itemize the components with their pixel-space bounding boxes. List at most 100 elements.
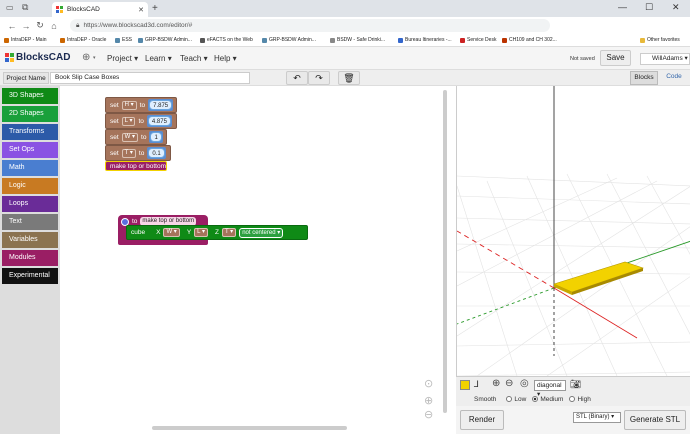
- undo-button[interactable]: ↶: [286, 71, 308, 85]
- number-field[interactable]: 7.875: [149, 100, 173, 110]
- tab-code[interactable]: Code: [660, 71, 688, 85]
- bookmark[interactable]: GRP-BSDW Admin...: [138, 37, 192, 43]
- bookmark[interactable]: Service Desk: [460, 37, 496, 43]
- module-call-block[interactable]: make top or bottom: [105, 161, 167, 171]
- number-field[interactable]: 4.875: [147, 116, 171, 126]
- category-text[interactable]: Text: [2, 214, 58, 230]
- category-logic[interactable]: Logic: [2, 178, 58, 194]
- category-3d-shapes[interactable]: 3D Shapes: [2, 88, 58, 104]
- tab-blocks[interactable]: Blocks: [630, 71, 658, 85]
- url-field[interactable]: 🔒︎ https://www.blockscad3d.com/editor/#: [70, 19, 550, 32]
- category-experimental[interactable]: Experimental: [2, 268, 58, 284]
- minimize-icon[interactable]: —: [618, 2, 627, 12]
- tab-blockscad[interactable]: BlocksCAD ✕: [52, 2, 148, 17]
- zoom-out-icon[interactable]: ⊖: [424, 408, 433, 421]
- variable-dropdown[interactable]: T ▾: [121, 148, 136, 158]
- bookmark-icon: [398, 37, 403, 43]
- vertical-scrollbar[interactable]: [443, 90, 447, 413]
- category-2d-shapes[interactable]: 2D Shapes: [2, 106, 58, 122]
- category-transforms[interactable]: Transforms: [2, 124, 58, 140]
- other-favorites[interactable]: Other favorites: [640, 37, 680, 43]
- bookmark[interactable]: eFACTS on the Web: [200, 37, 253, 43]
- undo-icon: ↶: [293, 73, 301, 83]
- variable-t-block[interactable]: T ▾: [221, 228, 237, 237]
- radio-selected-icon: [532, 396, 539, 403]
- user-menu[interactable]: WillAdams ▾: [640, 53, 690, 65]
- number-block[interactable]: 4.875: [146, 115, 172, 127]
- reload-icon[interactable]: ↻: [33, 20, 47, 31]
- menu-project[interactable]: Project ▾: [107, 54, 138, 63]
- number-block[interactable]: 7.875: [148, 99, 174, 111]
- project-bar: Project Name Book Slip Case Boxes ↶ ↷ 🗑︎…: [0, 70, 690, 86]
- tab-list-icon[interactable]: ⧉: [22, 2, 28, 13]
- bookmark[interactable]: GRP-BSDW Admin...: [262, 37, 316, 43]
- new-tab-icon[interactable]: +: [152, 3, 158, 14]
- cube-block[interactable]: cube X W ▾ Y L ▾ Z T ▾ not centered ▾: [126, 225, 308, 240]
- maximize-icon[interactable]: ☐: [645, 2, 653, 13]
- number-field[interactable]: 0.1: [148, 148, 165, 158]
- generate-stl-button[interactable]: Generate STL: [624, 410, 686, 430]
- delete-button[interactable]: 🗑︎: [338, 71, 360, 85]
- bookmark[interactable]: BSDW - Safe Drinki...: [330, 37, 385, 43]
- view-select[interactable]: diagonal ▾: [534, 380, 566, 398]
- redo-button[interactable]: ↷: [308, 71, 330, 85]
- center-dropdown[interactable]: not centered ▾: [239, 227, 284, 238]
- bookmark[interactable]: IntraDEP - Oracle: [60, 37, 106, 43]
- number-block[interactable]: 1: [149, 131, 163, 143]
- blocks-workspace[interactable]: set H ▾ to 7.875 set L ▾ to 4.875 set W …: [60, 86, 450, 434]
- export-format-select[interactable]: STL (Binary) ▾: [573, 412, 621, 423]
- 3d-viewer[interactable]: [456, 86, 690, 376]
- color-swatch[interactable]: [460, 380, 470, 390]
- close-tab-icon[interactable]: ✕: [138, 6, 144, 14]
- globe-icon[interactable]: ⊕: [82, 52, 90, 63]
- set-variable-block[interactable]: set T ▾ to 0.1: [105, 145, 171, 161]
- number-field[interactable]: 1: [150, 132, 162, 142]
- menu-help[interactable]: Help ▾: [214, 54, 237, 63]
- category-math[interactable]: Math: [2, 160, 58, 176]
- project-name-label: Project Name: [3, 72, 49, 84]
- menu-teach[interactable]: Teach ▾: [180, 54, 208, 63]
- variable-dropdown[interactable]: W ▾: [121, 132, 139, 142]
- back-icon[interactable]: ←: [5, 21, 19, 31]
- zoom-in-icon[interactable]: ⊕: [492, 378, 500, 389]
- close-window-icon[interactable]: ✕: [672, 2, 680, 13]
- bookmark[interactable]: Bureau Itineraries -...: [398, 37, 452, 43]
- render-button[interactable]: Render: [460, 410, 504, 430]
- variable-w-block[interactable]: W ▾: [163, 228, 180, 237]
- menu-learn[interactable]: Learn ▾: [145, 54, 172, 63]
- viewer-canvas[interactable]: [457, 86, 690, 376]
- axes-toggle-icon[interactable]: ⅃: [474, 379, 479, 390]
- save-button[interactable]: Save: [600, 50, 631, 66]
- smooth-high-radio[interactable]: High: [569, 396, 591, 403]
- chevron-down-icon[interactable]: ▾: [93, 55, 96, 61]
- variable-dropdown[interactable]: L ▾: [121, 116, 136, 126]
- smooth-low-radio[interactable]: Low: [506, 396, 526, 403]
- number-block[interactable]: 0.1: [147, 147, 166, 159]
- recenter-icon[interactable]: ⊙: [424, 377, 433, 390]
- variable-dropdown[interactable]: H ▾: [121, 100, 137, 110]
- category-variables[interactable]: Variables: [2, 232, 58, 248]
- smooth-medium-radio[interactable]: Medium: [532, 396, 563, 403]
- category-set-ops[interactable]: Set Ops: [2, 142, 58, 158]
- set-variable-block[interactable]: set H ▾ to 7.875: [105, 97, 177, 113]
- set-variable-block[interactable]: set L ▾ to 4.875: [105, 113, 177, 129]
- camera-icon[interactable]: 📷︎: [570, 379, 581, 390]
- bookmark[interactable]: ESS: [115, 37, 132, 43]
- home-icon[interactable]: ⌂: [47, 21, 61, 31]
- bookmark[interactable]: CH109 and CH 302...: [502, 37, 557, 43]
- horizontal-scrollbar[interactable]: [152, 426, 347, 430]
- tab-actions-icon[interactable]: ▭: [6, 3, 14, 12]
- variable-l-block[interactable]: L ▾: [194, 228, 208, 237]
- bookmark[interactable]: IntraDEP - Main: [4, 37, 46, 43]
- zoom-in-icon[interactable]: ⊕: [424, 394, 433, 407]
- logo-icon: [5, 53, 14, 62]
- app-logo[interactable]: BlocksCAD: [5, 52, 70, 63]
- category-loops[interactable]: Loops: [2, 196, 58, 212]
- zoom-out-icon[interactable]: ⊖: [505, 378, 513, 389]
- recenter-view-icon[interactable]: ◎: [520, 378, 529, 389]
- category-modules[interactable]: Modules: [2, 250, 58, 266]
- forward-icon[interactable]: →: [19, 21, 33, 31]
- render-bar: Render STL (Binary) ▾ Generate STL: [456, 406, 690, 434]
- project-name-input[interactable]: Book Slip Case Boxes: [50, 72, 250, 84]
- set-variable-block[interactable]: set W ▾ to 1: [105, 129, 167, 145]
